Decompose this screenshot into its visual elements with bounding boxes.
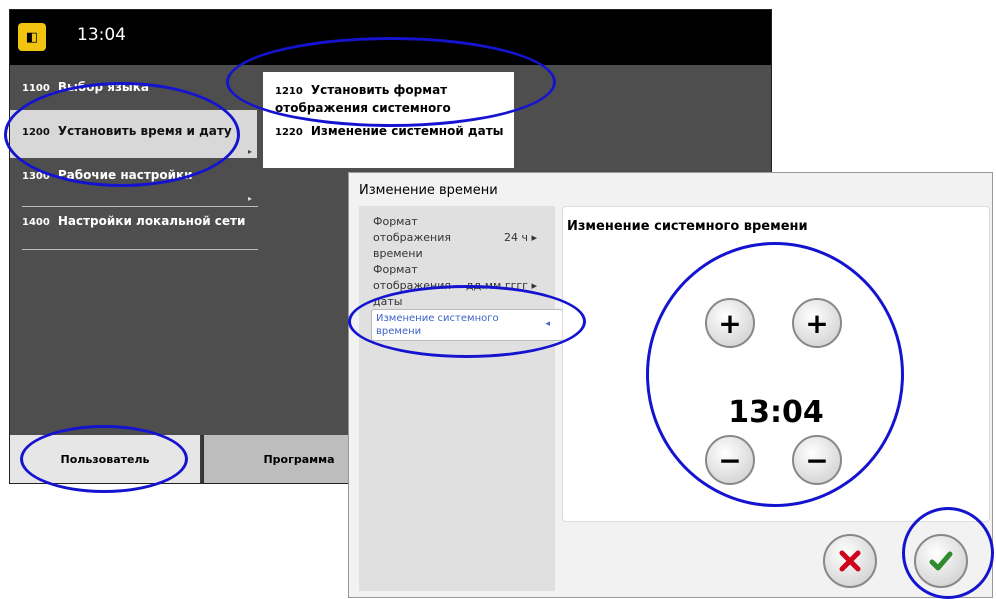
menu-code: 1400: [22, 217, 50, 228]
annotation-circle: [20, 425, 188, 493]
cancel-button[interactable]: [823, 534, 877, 588]
menu-code: 1100: [22, 83, 50, 94]
option-time-format[interactable]: Формат отображения времени 24 ч ▸: [373, 214, 553, 262]
app-logo-icon: ◧: [18, 23, 46, 51]
dialog-title: Изменение времени: [359, 183, 498, 198]
menu-label: Настройки локальной сети: [57, 214, 246, 228]
submenu-code: 1220: [275, 127, 303, 138]
clock: 13:04: [77, 25, 126, 45]
close-icon: [839, 550, 861, 572]
chevron-right-icon: ▸: [248, 194, 253, 203]
option-label: Формат отображения времени: [373, 215, 452, 260]
divider: [22, 206, 258, 207]
options-list: Формат отображения времени 24 ч ▸ Формат…: [359, 206, 563, 591]
annotation-circle: [902, 507, 994, 599]
annotation-circle: [4, 82, 240, 187]
option-value: 24 ч ▸: [503, 231, 537, 244]
annotation-circle: [348, 285, 586, 358]
divider: [22, 249, 258, 250]
chevron-right-icon: ▸: [248, 147, 253, 156]
panel-title: Изменение системного времени: [567, 219, 808, 234]
annotation-circle: [226, 37, 556, 127]
annotation-circle: [646, 242, 904, 507]
chevron-right-icon: ▸: [531, 231, 537, 244]
